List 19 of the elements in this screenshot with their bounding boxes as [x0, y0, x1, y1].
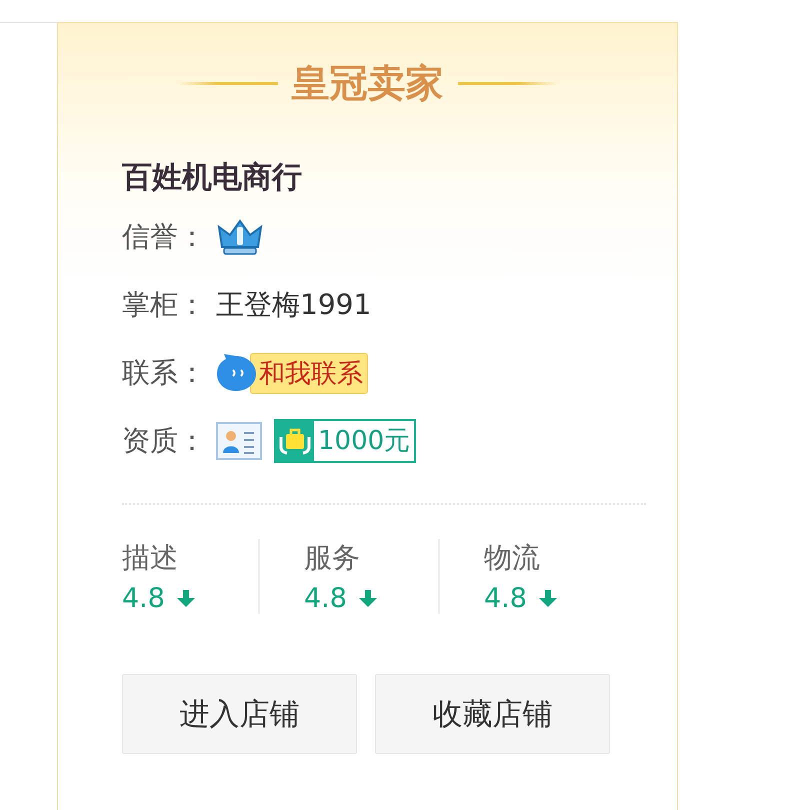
id-card-icon [216, 422, 262, 460]
crown-icon [216, 217, 264, 257]
info-label: 信誉： [122, 219, 206, 255]
shop-name: 百姓机电商行 [122, 159, 303, 197]
info-label: 联系： [122, 355, 206, 391]
seller-name: 王登梅1991 [216, 287, 372, 323]
shop-button[interactable]: 收藏店铺 [375, 674, 610, 754]
info-label: 掌柜： [122, 287, 206, 323]
rating-score: 4.8 [304, 583, 347, 614]
shop-button[interactable]: 进入店铺 [122, 674, 357, 754]
rating-label: 描述 [122, 540, 179, 576]
card-title: 皇冠卖家 [292, 60, 444, 106]
rating-label: 物流 [484, 540, 541, 576]
rating-score: 4.8 [484, 583, 527, 614]
rating-score: 4.8 [122, 583, 165, 614]
chat-bubble-icon [216, 353, 258, 393]
rating-label: 服务 [304, 540, 361, 576]
info-label: 资质： [122, 423, 206, 459]
contact-button[interactable]: 和我联系 [250, 352, 368, 394]
